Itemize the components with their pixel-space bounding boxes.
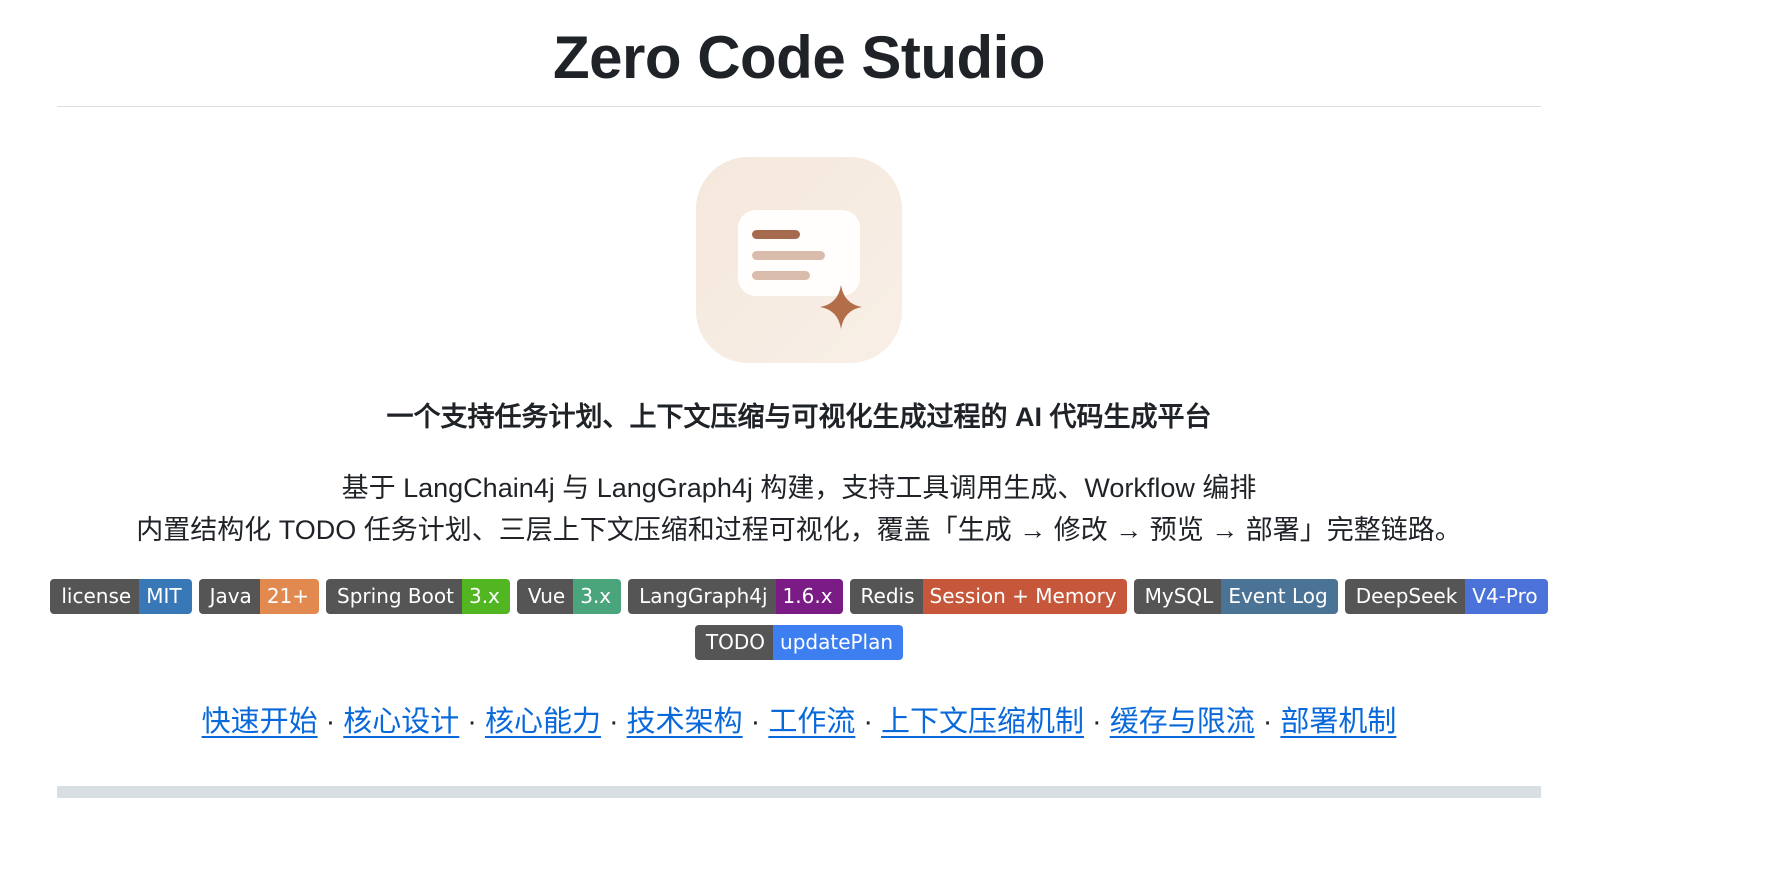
chat-card-sparkle-icon (696, 157, 902, 363)
nav-link-core-design[interactable]: 核心设计 (343, 706, 459, 738)
badge-spring-boot[interactable]: Spring Boot 3.x (326, 579, 510, 614)
nav-separator: · (1262, 706, 1273, 738)
section-nav: 快速开始 · 核心设计 · 核心能力 · 技术架构 · 工作流 · 上下文压缩机制 · 缓存与限流 · 部署… (0, 702, 1598, 742)
badge-license[interactable]: license MIT (50, 579, 192, 614)
nav-separator: · (750, 706, 761, 738)
badge-vue[interactable]: Vue 3.x (516, 579, 622, 614)
badge-label: Vue (516, 579, 574, 614)
badge-value: 1.6.x (775, 579, 843, 614)
page-title: Zero Code Studio (553, 24, 1045, 91)
badge-label: Spring Boot (326, 579, 462, 614)
nav-link-quick-start[interactable]: 快速开始 (202, 706, 318, 738)
badge-row: license MIT Java 21+ Spring Boot 3.x Vue… (40, 579, 1558, 660)
badge-value: updatePlan (773, 625, 904, 660)
description-line: 内置结构化 TODO 任务计划、三层上下文压缩和过程可视化，覆盖「生成 → 修改… (136, 515, 1462, 545)
badge-langgraph4j[interactable]: LangGraph4j 1.6.x (628, 579, 843, 614)
badge-value: 3.x (461, 579, 510, 614)
nav-link-deployment[interactable]: 部署机制 (1280, 706, 1396, 738)
badge-value: MIT (139, 579, 192, 614)
description-line: 基于 LangChain4j 与 LangGraph4j 构建，支持工具调用生成… (341, 473, 1257, 503)
badge-mysql[interactable]: MySQL Event Log (1133, 579, 1338, 614)
badge-label: LangGraph4j (628, 579, 776, 614)
badge-label: Java (198, 579, 260, 614)
nav-separator: · (1092, 706, 1102, 738)
badge-todo[interactable]: TODO updatePlan (694, 625, 904, 660)
tagline: 一个支持任务计划、上下文压缩与可视化生成过程的 AI 代码生成平台 (386, 402, 1212, 432)
nav-separator: · (608, 706, 619, 738)
badge-label: DeepSeek (1344, 579, 1466, 614)
badge-label: MySQL (1133, 579, 1222, 614)
nav-separator: · (863, 706, 874, 738)
nav-link-workflow[interactable]: 工作流 (768, 706, 855, 738)
badge-label: license (50, 579, 140, 614)
badge-label: TODO (694, 625, 774, 660)
badge-redis[interactable]: Redis Session + Memory (849, 579, 1127, 614)
title-divider (57, 106, 1541, 107)
badge-value: Session + Memory (922, 579, 1127, 614)
badge-value: 3.x (573, 579, 622, 614)
badge-value: 21+ (259, 579, 320, 614)
content-divider (57, 786, 1541, 798)
badge-java[interactable]: Java 21+ (198, 579, 320, 614)
nav-link-core-capabilities[interactable]: 核心能力 (485, 706, 601, 738)
badge-value: Event Log (1221, 579, 1338, 614)
nav-link-context-compression[interactable]: 上下文压缩机制 (881, 706, 1084, 738)
nav-link-cache-rate-limit[interactable]: 缓存与限流 (1110, 706, 1255, 738)
nav-separator: · (325, 706, 336, 738)
readme-page: Zero Code Studio 一个支持任务计划、上下文压缩与可视化生成过程的… (0, 0, 1770, 894)
badge-deepseek[interactable]: DeepSeek V4-Pro (1344, 579, 1548, 614)
nav-link-architecture[interactable]: 技术架构 (627, 706, 743, 738)
badge-value: V4-Pro (1465, 579, 1548, 614)
badge-label: Redis (849, 579, 923, 614)
nav-separator: · (467, 706, 477, 738)
